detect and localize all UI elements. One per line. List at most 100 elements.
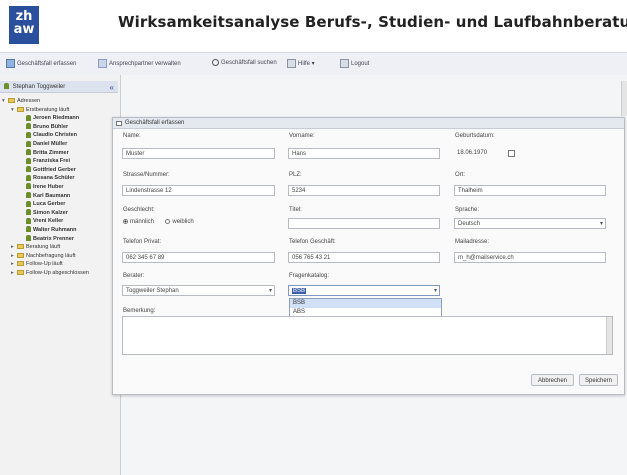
geburtsdatum-input[interactable]: 18.06.1970	[454, 148, 504, 159]
tree-folder-item[interactable]: ▸ Follow-Up läuft	[0, 260, 120, 269]
telefon-geschaeft-input[interactable]: 056 765 43 21	[288, 252, 440, 263]
toolbar-item-logout[interactable]: Logout	[340, 59, 369, 68]
person-icon	[26, 209, 31, 216]
titel-label: Titel:	[289, 207, 302, 213]
tree-item-label: Franziska Frei	[33, 158, 70, 165]
tree-item-label: Erstberatung läuft	[26, 106, 70, 113]
gender-radio-group: männlich weiblich	[123, 219, 194, 225]
telefon-privat-label: Telefon Privat:	[123, 239, 162, 245]
toolbar-item-erfassen[interactable]: Geschäftsfall erfassen	[6, 59, 76, 68]
case-tree: ▾ Adressen ▾ Erstberatung läuft Jeroen Riedm…	[0, 97, 120, 277]
dropdown-option-bsb[interactable]: BSB	[290, 299, 441, 308]
tree-item-label: Follow-Up läuft	[26, 261, 63, 268]
speichern-button[interactable]: Speichern	[579, 374, 618, 386]
page-title: Wirksamkeitsanalyse Berufs-, Studien- un…	[118, 13, 627, 31]
tree-item-label: Follow-Up abgeschlossen	[26, 269, 89, 276]
add-case-icon	[6, 59, 15, 68]
tree-item-label: Beatrix Prenner	[33, 235, 74, 242]
tree-person-item[interactable]: Britta Zimmer	[0, 149, 120, 158]
tree-person-item[interactable]: Daniel Müller	[0, 140, 120, 149]
vorname-label: Vorname:	[289, 133, 315, 139]
tree-item-label: Adressen	[17, 98, 41, 104]
name-label: Name:	[123, 133, 141, 139]
calendar-icon[interactable]	[508, 150, 515, 157]
tree-item-label: Bruno Bühler	[33, 123, 69, 130]
person-icon	[26, 123, 31, 130]
person-icon	[26, 114, 31, 121]
tree-folder-item[interactable]: ▾ Adressen	[0, 97, 120, 106]
contacts-icon	[98, 59, 107, 68]
folder-icon	[17, 252, 24, 258]
fragenkatalog-select[interactable]: BSB ▾	[288, 285, 440, 296]
geburtsdatum-label: Geburtsdatum:	[455, 133, 495, 139]
weiblich-radio[interactable]	[165, 219, 171, 224]
sprache-select[interactable]: Deutsch ▾	[454, 218, 606, 229]
tree-item-label: Rosana Schüler	[33, 175, 75, 182]
telefon-geschaeft-label: Telefon Geschäft:	[289, 239, 336, 245]
tree-folder-item[interactable]: ▸ Follow-Up abgeschlossen	[0, 269, 120, 278]
tree-person-item[interactable]: Luca Gerber	[0, 200, 120, 209]
tree-item-label: Beratung läuft	[26, 244, 61, 251]
toolbar: Geschäftsfall erfassen Ansprechpartner v…	[0, 52, 627, 76]
form-icon	[116, 121, 122, 126]
chevron-down-icon: ▾	[433, 288, 437, 294]
abbrechen-button[interactable]: Abbrechen	[531, 374, 574, 386]
tree-folder-item[interactable]: ▾ Erstberatung läuft	[0, 106, 120, 115]
logout-icon	[340, 59, 349, 68]
tree-person-item[interactable]: Irene Huber	[0, 183, 120, 192]
telefon-privat-input[interactable]: 062 345 67 89	[122, 252, 275, 263]
toolbar-item-hilfe[interactable]: Hilfe ▾	[287, 59, 315, 68]
sprache-label: Sprache:	[455, 207, 480, 213]
mailadresse-input[interactable]: m_h@mailservice.ch	[454, 252, 606, 263]
tree-person-item[interactable]: Franziska Frei	[0, 157, 120, 166]
tree-item-label: Vreni Keller	[33, 218, 64, 225]
collapse-icon[interactable]: «	[110, 82, 114, 94]
ort-input[interactable]: Thalheim	[454, 185, 606, 196]
person-icon	[26, 149, 31, 156]
search-icon	[212, 59, 219, 66]
strasse-input[interactable]: Lindenstrasse 12	[122, 185, 275, 196]
tree-person-item[interactable]: Bruno Bühler	[0, 123, 120, 132]
plz-input[interactable]: 5234	[288, 185, 440, 196]
tree-item-label: Claudio Christen	[33, 132, 78, 139]
folder-icon	[17, 269, 24, 275]
textarea-scrollbar[interactable]	[606, 317, 612, 354]
person-icon	[26, 174, 31, 181]
chevron-down-icon: ▾	[268, 288, 272, 294]
bemerkung-textarea[interactable]	[122, 316, 613, 355]
tree-person-item[interactable]: Walter Ruhmann	[0, 226, 120, 235]
toolbar-item-suchen[interactable]: Geschäftsfall suchen	[212, 59, 277, 66]
person-icon	[26, 140, 31, 147]
berater-select[interactable]: Toggweiler Stephan ▾	[122, 285, 275, 296]
name-input[interactable]: Muster	[122, 148, 275, 159]
chevron-down-icon: ▾	[599, 221, 603, 227]
tree-person-item[interactable]: Karl Baumann	[0, 192, 120, 201]
folder-icon	[8, 98, 15, 104]
person-icon	[26, 217, 31, 224]
tree-person-item[interactable]: Beatrix Prenner	[0, 235, 120, 244]
tree-item-label: Daniel Müller	[33, 140, 68, 147]
tree-person-item[interactable]: Claudio Christen	[0, 131, 120, 140]
strasse-label: Strasse/Nummer:	[123, 172, 170, 178]
tree-item-label: Luca Gerber	[33, 201, 66, 208]
maennlich-radio[interactable]	[123, 219, 128, 224]
person-icon	[26, 166, 31, 173]
person-icon	[26, 183, 31, 190]
tree-item-label: Simon Kalzer	[33, 209, 68, 216]
person-icon	[26, 157, 31, 164]
tree-person-item[interactable]: Jeroen Riedmann	[0, 114, 120, 123]
tree-folder-item[interactable]: ▸ Beratung läuft	[0, 243, 120, 252]
tree-person-item[interactable]: Gottfried Gerber	[0, 166, 120, 175]
toolbar-item-ansprechpartner[interactable]: Ansprechpartner verwalten	[98, 59, 181, 68]
tree-person-item[interactable]: Simon Kalzer	[0, 209, 120, 218]
tree-person-item[interactable]: Vreni Keller	[0, 217, 120, 226]
content-scrollbar[interactable]	[621, 81, 627, 116]
tree-item-label: Britta Zimmer	[33, 149, 69, 156]
tree-person-item[interactable]: Rosana Schüler	[0, 174, 120, 183]
person-icon	[26, 200, 31, 207]
plz-label: PLZ:	[289, 172, 302, 178]
vorname-input[interactable]: Hans	[288, 148, 440, 159]
tree-folder-item[interactable]: ▸ Nachbefragung läuft	[0, 252, 120, 261]
dialog-title: Geschäftsfall erfassen	[113, 118, 624, 129]
titel-input[interactable]	[288, 218, 440, 229]
